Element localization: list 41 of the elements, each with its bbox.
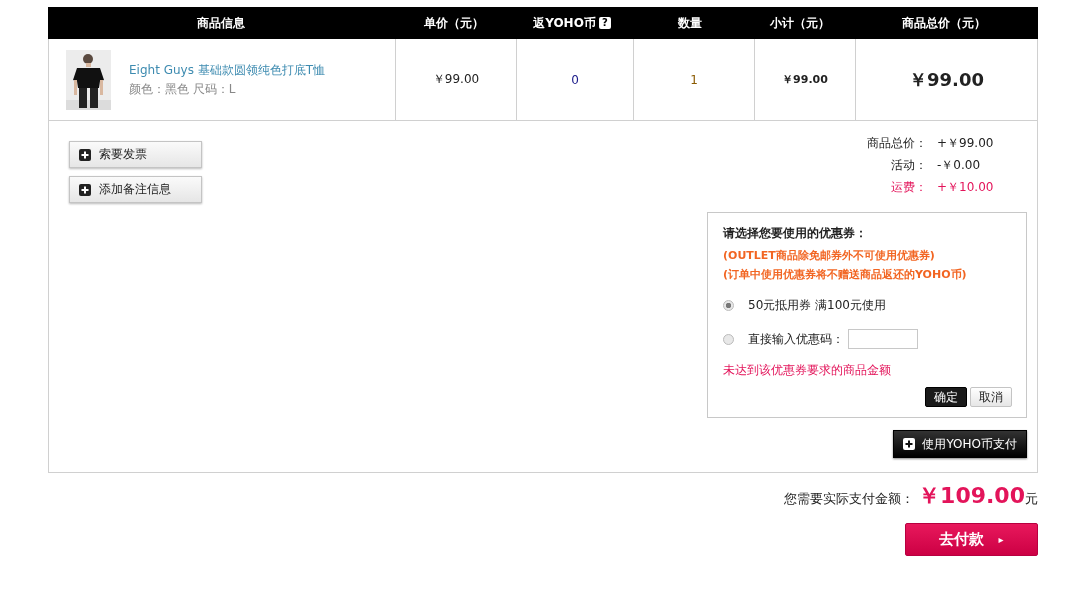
confirm-button[interactable]: 确定: [925, 387, 967, 407]
add-button[interactable]: 添加备注信息: [69, 176, 202, 203]
subtotal: ￥99.00: [754, 39, 855, 120]
total-price: ￥99.00: [855, 39, 1037, 120]
unit-price: ￥99.00: [395, 39, 516, 120]
currency-unit: 元: [1025, 491, 1038, 508]
summary-label: 商品总价：: [867, 135, 927, 152]
summary-value: +￥10.00: [937, 179, 995, 196]
plus-icon: [79, 183, 91, 196]
summary-value: +￥99.00: [937, 135, 995, 152]
plus-icon: [79, 148, 91, 161]
cancel-button[interactable]: 取消: [970, 387, 1012, 407]
coupon-title: 请选择您要使用的优惠券：: [723, 225, 868, 242]
coupon-code-field[interactable]: [848, 329, 918, 349]
plus-icon: [903, 438, 916, 450]
product-attributes: 颜色：黑色 尺码：L: [129, 80, 237, 98]
column-header: 商品总价（元）: [901, 14, 987, 32]
column-header: 返YOHO币 ?: [514, 7, 630, 39]
radio-button[interactable]: [723, 299, 734, 311]
option-label: 直接输入优惠码：: [748, 330, 844, 348]
help-icon[interactable]: ?: [598, 17, 611, 29]
column-header: 数量: [677, 14, 703, 32]
pay-button[interactable]: 去付款 ▸: [905, 523, 1038, 556]
quantity: 1: [633, 39, 754, 120]
coupon-note: (OUTLET商品除免邮券外不可使用优惠券): [723, 248, 936, 263]
coin-count: 0: [516, 39, 633, 120]
add-button[interactable]: 索要发票: [69, 141, 202, 168]
summary-value: -￥0.00: [937, 157, 982, 174]
product-link[interactable]: Eight Guys 基础款圆领纯色打底T恤: [129, 61, 326, 79]
radio-button[interactable]: [723, 333, 734, 345]
coupon-note: (订单中使用优惠券将不赠送商品返还的YOHO币): [723, 267, 968, 282]
summary-label: 运费：: [891, 179, 927, 196]
column-header: 小计（元）: [769, 14, 831, 32]
summary-label: 活动：: [891, 157, 927, 174]
column-header: 单价（元）: [423, 14, 485, 32]
coin-pay-button[interactable]: 使用YOHO币支付: [893, 430, 1027, 458]
option-label: 50元抵用券 满100元使用: [748, 296, 886, 314]
error-message: 未达到该优惠券要求的商品金额: [723, 362, 892, 379]
payable-amount: ￥109.00: [918, 482, 1025, 510]
payable-label: 您需要实际支付金额：: [784, 490, 915, 508]
column-header: 商品信息: [196, 14, 246, 32]
